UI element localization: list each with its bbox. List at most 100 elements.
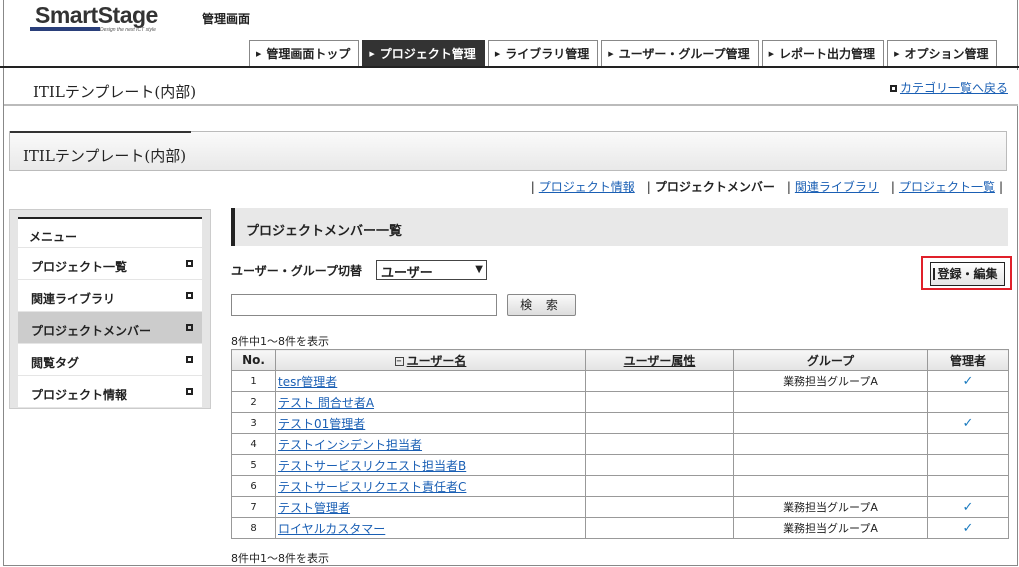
user-name-link[interactable]: テスト管理者 xyxy=(276,501,350,515)
main-title-bar: プロジェクトメンバー一覧 xyxy=(231,208,1008,246)
user-name-link[interactable]: ロイヤルカスタマー xyxy=(276,522,385,536)
logo-text: SmartStage xyxy=(35,2,158,28)
topnav-tab-label: レポート出力管理 xyxy=(779,47,876,61)
user-name-link[interactable]: テスト01管理者 xyxy=(276,417,365,431)
admin-label: 管理画面 xyxy=(202,12,251,26)
row-number: 5 xyxy=(231,454,276,476)
user-name-link[interactable]: テストサービスリクエスト担当者B xyxy=(276,459,466,473)
row-number: 7 xyxy=(231,496,276,518)
row-user-attr xyxy=(585,517,734,539)
row-user-name: テストサービスリクエスト責任者C xyxy=(275,475,586,497)
row-user-attr xyxy=(585,433,734,455)
arrow-right-icon: ▶ xyxy=(256,49,262,58)
row-number: 8 xyxy=(231,517,276,539)
arrow-right-icon: ▶ xyxy=(494,49,501,58)
main-title: プロジェクトメンバー一覧 xyxy=(246,224,403,239)
user-name-link[interactable]: テストサービスリクエスト責任者C xyxy=(276,480,466,494)
subnav-project-member: プロジェクトメンバー xyxy=(654,180,775,194)
back-to-category-link[interactable]: カテゴリ一覧へ戻る xyxy=(889,79,1008,96)
col-user-attr[interactable]: ユーザー属性 xyxy=(585,349,734,371)
row-user-name: ロイヤルカスタマー xyxy=(275,517,586,539)
sub-navigation: | プロジェクト情報 | プロジェクトメンバー | 関連ライブラリ | プロジェクト一覧… xyxy=(530,180,1003,194)
row-user-name: テスト管理者 xyxy=(275,496,586,518)
topnav-tab[interactable]: ▶ ライブラリ管理 xyxy=(487,40,599,66)
row-user-name: tesr管理者 xyxy=(275,370,586,392)
row-group: 業務担当グループA xyxy=(733,517,928,539)
top-divider xyxy=(0,66,1019,68)
user-name-link[interactable]: テスト 問合せ者A xyxy=(276,396,374,410)
section-title-bar: ITILテンプレート(内部) xyxy=(9,131,1007,171)
user-name-link[interactable]: tesr管理者 xyxy=(276,375,337,389)
row-number: 4 xyxy=(231,433,276,455)
topnav-tab[interactable]: ▶ 管理画面トップ xyxy=(249,40,360,66)
result-count-top: 8件中1～8件を表示 xyxy=(231,335,329,348)
search-input[interactable] xyxy=(231,294,497,316)
sort-icon: − xyxy=(394,356,404,366)
row-user-name: テストインシデント担当者 xyxy=(275,433,586,455)
register-edit-button[interactable]: 登録・編集 xyxy=(930,262,1005,286)
table-row: 4 テストインシデント担当者 xyxy=(231,433,1009,455)
subnav-project-list[interactable]: プロジェクト一覧 xyxy=(899,180,995,194)
side-menu-item[interactable]: プロジェクトメンバー xyxy=(18,312,202,343)
topnav-tab-label: 管理画面トップ xyxy=(266,47,351,61)
row-user-attr xyxy=(585,475,734,497)
square-bullet-icon xyxy=(186,388,193,395)
user-group-select[interactable]: ユーザー ▼ xyxy=(376,260,487,281)
side-menu-item-label: プロジェクト一覧 xyxy=(31,260,128,274)
logo-bar xyxy=(30,27,100,31)
table-row: 1 tesr管理者 業務担当グループA ✓ xyxy=(231,370,1009,392)
side-menu-item[interactable]: 閲覧タグ xyxy=(18,344,202,375)
col-user-attr-label: ユーザー属性 xyxy=(623,353,696,368)
row-group xyxy=(733,391,928,413)
square-bullet-icon xyxy=(186,324,193,331)
row-admin: ✓ xyxy=(927,517,1009,539)
row-admin xyxy=(927,454,1009,476)
row-user-name: テスト 問合せ者A xyxy=(275,391,586,413)
table-header-row: No. − ユーザー名 ユーザー属性 グループ 管理者 xyxy=(231,349,1009,371)
square-bullet-icon xyxy=(186,356,193,363)
row-number: 1 xyxy=(231,370,276,392)
member-table: No. − ユーザー名 ユーザー属性 グループ 管理者 1 tesr管理者 業務担当グ… xyxy=(231,349,1009,539)
topnav-tab-label: ライブラリ管理 xyxy=(505,47,590,61)
topnav-tab[interactable]: ▶ レポート出力管理 xyxy=(761,40,885,66)
page-header: ITILテンプレート(内部) カテゴリ一覧へ戻る xyxy=(4,70,1018,106)
side-menu-item[interactable]: プロジェクト一覧 xyxy=(18,248,202,279)
row-group: 業務担当グループA xyxy=(733,496,928,518)
col-user-name[interactable]: − ユーザー名 xyxy=(275,349,586,371)
select-value: ユーザー xyxy=(381,266,433,281)
subnav-related-library[interactable]: 関連ライブラリ xyxy=(795,180,879,194)
check-icon: ✓ xyxy=(962,373,974,389)
subnav-project-info[interactable]: プロジェクト情報 xyxy=(539,180,635,194)
table-row: 2 テスト 問合せ者A xyxy=(231,391,1009,413)
row-group xyxy=(733,454,928,476)
row-admin xyxy=(927,475,1009,497)
row-admin xyxy=(927,391,1009,413)
check-icon: ✓ xyxy=(962,520,974,536)
row-group xyxy=(733,475,928,497)
row-admin: ✓ xyxy=(927,496,1009,518)
topnav-tab-label: プロジェクト管理 xyxy=(379,47,476,61)
row-group xyxy=(733,412,928,434)
search-button[interactable]: 検 索 xyxy=(507,294,576,316)
register-button-highlight: 登録・編集 xyxy=(921,256,1012,290)
row-user-name: テスト01管理者 xyxy=(275,412,586,434)
side-menu-item[interactable]: 関連ライブラリ xyxy=(18,280,202,311)
topnav-tab[interactable]: ▶ プロジェクト管理 xyxy=(362,40,485,66)
check-icon: ✓ xyxy=(962,499,974,515)
topnav-tab[interactable]: ▶ オプション管理 xyxy=(887,40,998,66)
smartstage-logo[interactable]: SmartStage Design the next ICT style xyxy=(30,2,165,36)
topnav-tab-label: オプション管理 xyxy=(904,47,989,61)
square-bullet-icon xyxy=(186,260,193,267)
side-menu-item-label: プロジェクトメンバー xyxy=(31,324,152,338)
row-user-attr xyxy=(585,496,734,518)
user-name-link[interactable]: テストインシデント担当者 xyxy=(276,438,422,452)
topnav-tab-label: ユーザー・グループ管理 xyxy=(618,47,750,61)
result-count-bottom: 8件中1～8件を表示 xyxy=(231,552,329,565)
row-user-name: テストサービスリクエスト担当者B xyxy=(275,454,586,476)
page-title: ITILテンプレート(内部) xyxy=(33,83,197,101)
side-menu-item[interactable]: プロジェクト情報 xyxy=(18,376,202,407)
back-link-label: カテゴリ一覧へ戻る xyxy=(899,81,1008,95)
topnav-tab[interactable]: ▶ ユーザー・グループ管理 xyxy=(601,40,759,66)
row-number: 2 xyxy=(231,391,276,413)
table-row: 7 テスト管理者 業務担当グループA ✓ xyxy=(231,496,1009,518)
